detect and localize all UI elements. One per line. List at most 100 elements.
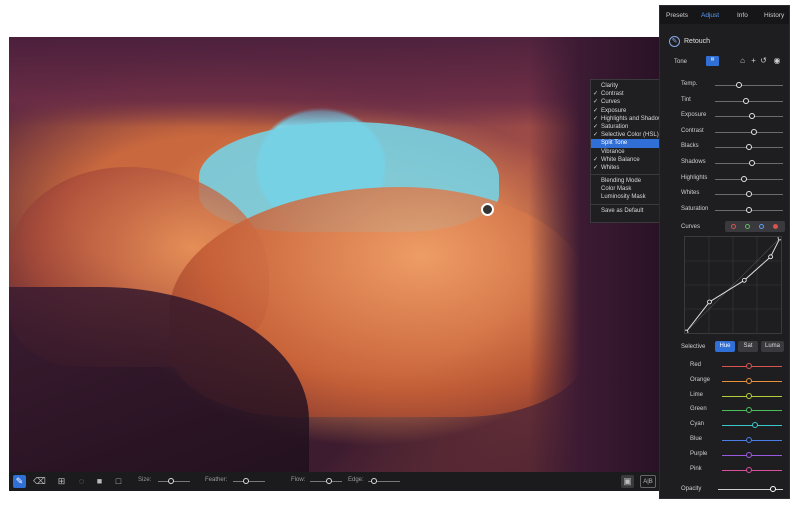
curve-point[interactable] bbox=[768, 254, 773, 260]
color-slider-knob[interactable] bbox=[746, 437, 752, 443]
selective-mode-luma[interactable]: Luma bbox=[761, 341, 784, 352]
slider-knob[interactable] bbox=[746, 191, 752, 198]
feather-slider[interactable] bbox=[233, 481, 265, 482]
tab-presets[interactable]: Presets bbox=[666, 12, 688, 19]
slider-row: Saturation bbox=[660, 204, 789, 216]
menu-item[interactable]: ✓ Contrast bbox=[591, 90, 661, 98]
adjustments-context-menu: Clarity ✓ Contrast ✓ Curves ✓ Exposure ✓ Highlig… bbox=[590, 79, 665, 223]
curves-label: Curves bbox=[681, 224, 701, 230]
slider-track[interactable] bbox=[715, 131, 783, 133]
slider-label: Blacks bbox=[681, 143, 699, 150]
menu-item[interactable]: ✓ White Balance bbox=[591, 156, 661, 164]
menu-item[interactable]: Blending Mode bbox=[591, 177, 661, 185]
curve-channel-red-icon[interactable] bbox=[731, 224, 736, 229]
menu-item-label: Vibrance bbox=[601, 148, 625, 155]
curves-graph[interactable] bbox=[684, 236, 782, 334]
slider-knob[interactable] bbox=[746, 144, 752, 151]
curve-point[interactable] bbox=[684, 329, 689, 334]
slider-track[interactable] bbox=[715, 178, 783, 180]
color-slider-label: Green bbox=[690, 406, 707, 413]
curve-channel-selector bbox=[725, 221, 785, 232]
color-slider-row: Green bbox=[660, 404, 789, 416]
color-slider-label: Cyan bbox=[690, 421, 705, 428]
color-slider-track[interactable] bbox=[722, 410, 782, 412]
slider-label: Whites bbox=[681, 190, 700, 197]
circle-select-icon[interactable]: ◌ bbox=[75, 475, 88, 488]
menu-item[interactable]: ✓ Saturation bbox=[591, 123, 661, 131]
curve-channel-blue-icon[interactable] bbox=[759, 224, 764, 229]
flow-slider-knob[interactable] bbox=[326, 478, 333, 484]
photo-canvas[interactable] bbox=[9, 37, 659, 472]
menu-item[interactable]: ✓ Whites bbox=[591, 164, 661, 172]
tab-info[interactable]: Info bbox=[737, 12, 748, 19]
size-slider-knob[interactable] bbox=[167, 478, 174, 484]
compare-button[interactable]: A|B bbox=[640, 475, 656, 488]
undo-icon[interactable]: ↺ bbox=[759, 56, 768, 66]
menu-item[interactable]: Luminosity Mask bbox=[591, 193, 661, 201]
mask-icon[interactable]: ▣ bbox=[621, 475, 634, 488]
color-slider-knob[interactable] bbox=[746, 451, 752, 458]
color-slider-knob[interactable] bbox=[752, 422, 758, 429]
checkmark-icon: ✓ bbox=[593, 164, 599, 171]
color-slider-knob[interactable] bbox=[746, 407, 752, 414]
color-slider-row: Lime bbox=[660, 390, 789, 402]
color-slider-track[interactable] bbox=[722, 366, 782, 367]
slider-track[interactable] bbox=[715, 100, 783, 102]
menu-item-label: Split Tone bbox=[601, 140, 628, 147]
curve-point[interactable] bbox=[707, 299, 712, 305]
color-slider-track[interactable] bbox=[722, 395, 782, 397]
color-slider-knob[interactable] bbox=[746, 466, 752, 473]
curve-point[interactable] bbox=[777, 236, 782, 241]
color-slider-track[interactable] bbox=[722, 380, 782, 382]
color-slider-knob[interactable] bbox=[746, 363, 752, 369]
auto-tone-icon[interactable]: ▤ bbox=[706, 56, 719, 66]
selective-mode-sat[interactable]: Sat bbox=[738, 341, 758, 352]
selective-mode-hue[interactable]: Hue bbox=[715, 341, 735, 352]
slider-knob[interactable] bbox=[746, 206, 752, 213]
color-slider-track[interactable] bbox=[722, 440, 782, 441]
edge-slider-knob[interactable] bbox=[371, 478, 378, 484]
tab-history[interactable]: History bbox=[764, 12, 784, 19]
color-slider-track[interactable] bbox=[722, 469, 782, 471]
menu-item[interactable]: Vibrance bbox=[591, 148, 661, 156]
tab-adjust[interactable]: Adjust bbox=[701, 12, 719, 19]
color-slider-label: Orange bbox=[690, 376, 711, 383]
opacity-label: Opacity bbox=[681, 486, 702, 492]
edge-label: Edge: bbox=[348, 477, 364, 483]
feather-slider-knob[interactable] bbox=[242, 478, 249, 484]
menu-item[interactable]: ✓ Selective Color (HSL) bbox=[591, 131, 661, 139]
menu-item[interactable]: Split Tone bbox=[591, 139, 661, 148]
toggle-icon[interactable]: ◉ bbox=[771, 56, 783, 66]
curve-channel-green-icon[interactable] bbox=[745, 224, 750, 229]
size-slider[interactable] bbox=[158, 481, 190, 482]
color-slider-track[interactable] bbox=[722, 454, 782, 456]
add-icon[interactable]: + bbox=[749, 56, 758, 66]
menu-item[interactable]: Color Mask bbox=[591, 185, 661, 193]
eraser-tool-icon[interactable]: ⌫ bbox=[33, 475, 46, 488]
slider-knob[interactable] bbox=[740, 175, 747, 182]
slider-knob[interactable] bbox=[735, 82, 742, 88]
checkmark-icon: ✓ bbox=[593, 115, 599, 122]
slider-row: Blacks bbox=[660, 141, 789, 153]
slider-knob[interactable] bbox=[749, 113, 756, 120]
slider-knob[interactable] bbox=[751, 128, 758, 135]
curve-point[interactable] bbox=[741, 277, 747, 283]
save-as-default-item[interactable]: Save as Default bbox=[591, 207, 661, 215]
menu-item[interactable]: Clarity bbox=[591, 82, 661, 90]
opacity-slider-knob[interactable] bbox=[770, 486, 777, 492]
slider-track[interactable] bbox=[715, 85, 783, 86]
grid-tool-icon[interactable]: ⊞ bbox=[55, 475, 68, 488]
menu-item[interactable]: ✓ Curves bbox=[591, 98, 661, 106]
slider-knob[interactable] bbox=[742, 97, 749, 104]
section-title: Retouch bbox=[684, 38, 711, 45]
color-slider-knob[interactable] bbox=[746, 377, 752, 384]
square-fill-icon[interactable]: ■ bbox=[93, 475, 106, 488]
square-outline-icon[interactable]: □ bbox=[112, 475, 125, 488]
stamp-icon[interactable]: ⌂ bbox=[738, 56, 747, 66]
brush-tool-icon[interactable]: ✎ bbox=[13, 475, 26, 488]
slider-knob[interactable] bbox=[749, 160, 756, 166]
curve-channel-rgb-icon[interactable] bbox=[773, 224, 778, 229]
menu-item[interactable]: ✓ Exposure bbox=[591, 107, 661, 115]
color-slider-knob[interactable] bbox=[746, 392, 752, 399]
menu-item[interactable]: ✓ Highlights and Shadows bbox=[591, 115, 665, 123]
